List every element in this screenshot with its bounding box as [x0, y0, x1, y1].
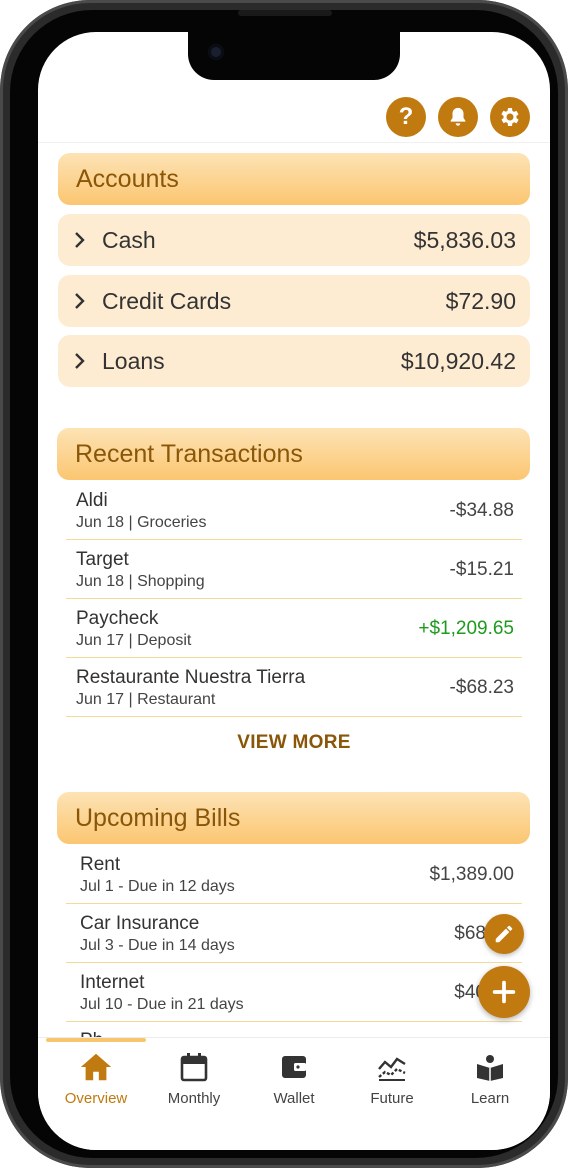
- bill-name-partial: Ph: [80, 1030, 103, 1037]
- recent-transactions-title: Recent Transactions: [75, 439, 303, 468]
- help-button[interactable]: ?: [386, 97, 426, 137]
- screen: ? Accounts Cash $5,836.03 Credit Cards $…: [38, 32, 550, 1150]
- add-button[interactable]: [478, 966, 530, 1018]
- bill-row[interactable]: Car Insurance Jul 3 - Due in 14 days $68: [66, 905, 522, 963]
- phone-frame: ? Accounts Cash $5,836.03 Credit Cards $…: [0, 0, 568, 1168]
- account-name: Cash: [102, 226, 156, 253]
- account-row-cash[interactable]: Cash $5,836.03: [58, 214, 530, 266]
- nav-monthly[interactable]: Monthly: [144, 1050, 244, 1110]
- notch: [188, 32, 400, 80]
- plus-icon: [492, 980, 516, 1004]
- transaction-amount: -$15.21: [449, 559, 514, 580]
- nav-label: Monthly: [167, 1090, 221, 1107]
- bill-due: Jul 3 - Due in 14 days: [80, 937, 235, 954]
- chart-icon: [375, 1050, 409, 1084]
- chevron-right-icon: [74, 292, 88, 310]
- bill-amount: $1,389.00: [429, 864, 514, 885]
- transaction-details: Jun 18 | Groceries: [76, 514, 207, 531]
- phone-bezel: ? Accounts Cash $5,836.03 Credit Cards $…: [10, 10, 558, 1158]
- help-icon: ?: [398, 103, 414, 130]
- gear-icon: [501, 108, 519, 126]
- nav-future[interactable]: Future: [342, 1050, 442, 1110]
- account-row-credit-cards[interactable]: Credit Cards $72.90: [58, 275, 530, 327]
- bill-amount: $68: [454, 923, 486, 944]
- account-row-loans[interactable]: Loans $10,920.42: [58, 335, 530, 387]
- edit-button[interactable]: [484, 914, 524, 954]
- nav-label: Wallet: [273, 1090, 315, 1107]
- nav-label: Learn: [470, 1090, 510, 1107]
- wallet-icon: [277, 1050, 311, 1084]
- nav-overview[interactable]: Overview: [46, 1050, 146, 1110]
- pencil-icon: [495, 925, 513, 943]
- calendar-icon: [177, 1050, 211, 1084]
- camera-icon: [208, 44, 224, 60]
- upcoming-bills-title: Upcoming Bills: [75, 803, 241, 832]
- speaker-grille: [238, 10, 332, 16]
- transaction-name: Aldi: [76, 490, 108, 511]
- home-icon: [79, 1050, 113, 1084]
- bill-row[interactable]: Rent Jul 1 - Due in 12 days $1,389.00: [66, 846, 522, 904]
- transaction-row[interactable]: Paycheck Jun 17 | Deposit +$1,209.65: [66, 600, 522, 658]
- bill-due: Jul 1 - Due in 12 days: [80, 878, 235, 895]
- transaction-row[interactable]: Aldi Jun 18 | Groceries -$34.88: [66, 482, 522, 540]
- bill-row[interactable]: Internet Jul 10 - Due in 21 days $40: [66, 964, 522, 1022]
- top-divider: [38, 142, 550, 143]
- transaction-name: Paycheck: [76, 608, 159, 629]
- chevron-right-icon: [74, 231, 88, 249]
- bottom-navigation: Overview Monthly Wallet Future Learn: [38, 1037, 550, 1150]
- transaction-details: Jun 17 | Deposit: [76, 632, 192, 649]
- chevron-right-icon: [74, 352, 88, 370]
- upcoming-bills-header[interactable]: Upcoming Bills: [57, 792, 530, 844]
- nav-wallet[interactable]: Wallet: [244, 1050, 344, 1110]
- transaction-row[interactable]: Target Jun 18 | Shopping -$15.21: [66, 541, 522, 599]
- account-amount: $5,836.03: [413, 226, 516, 253]
- bill-due: Jul 10 - Due in 21 days: [80, 996, 244, 1013]
- bill-name: Internet: [80, 972, 145, 993]
- account-amount: $72.90: [445, 287, 516, 314]
- transaction-details: Jun 17 | Restaurant: [76, 691, 216, 708]
- account-name: Loans: [102, 347, 165, 374]
- nav-learn[interactable]: Learn: [440, 1050, 540, 1110]
- nav-label: Overview: [64, 1090, 128, 1107]
- settings-button[interactable]: [490, 97, 530, 137]
- book-icon: [473, 1050, 507, 1084]
- bell-icon: [450, 107, 466, 126]
- account-amount: $10,920.42: [400, 347, 516, 374]
- nav-label: Future: [370, 1090, 414, 1107]
- transaction-amount: -$34.88: [449, 500, 514, 521]
- transaction-amount: -$68.23: [449, 677, 514, 698]
- top-bar: ?: [38, 92, 550, 142]
- bill-name: Rent: [80, 854, 121, 875]
- accounts-title: Accounts: [76, 164, 179, 193]
- transaction-row[interactable]: Restaurante Nuestra Tierra Jun 17 | Rest…: [66, 659, 522, 717]
- transaction-name: Target: [76, 549, 129, 570]
- bill-name: Car Insurance: [80, 913, 200, 934]
- transaction-amount: +$1,209.65: [418, 618, 514, 639]
- view-more-button[interactable]: VIEW MORE: [38, 732, 550, 754]
- account-name: Credit Cards: [102, 287, 232, 314]
- transaction-details: Jun 18 | Shopping: [76, 573, 205, 590]
- notifications-button[interactable]: [438, 97, 478, 137]
- active-tab-indicator: [46, 1038, 146, 1042]
- transaction-name: Restaurante Nuestra Tierra: [76, 667, 306, 688]
- accounts-header[interactable]: Accounts: [58, 153, 530, 205]
- recent-transactions-header[interactable]: Recent Transactions: [57, 428, 530, 480]
